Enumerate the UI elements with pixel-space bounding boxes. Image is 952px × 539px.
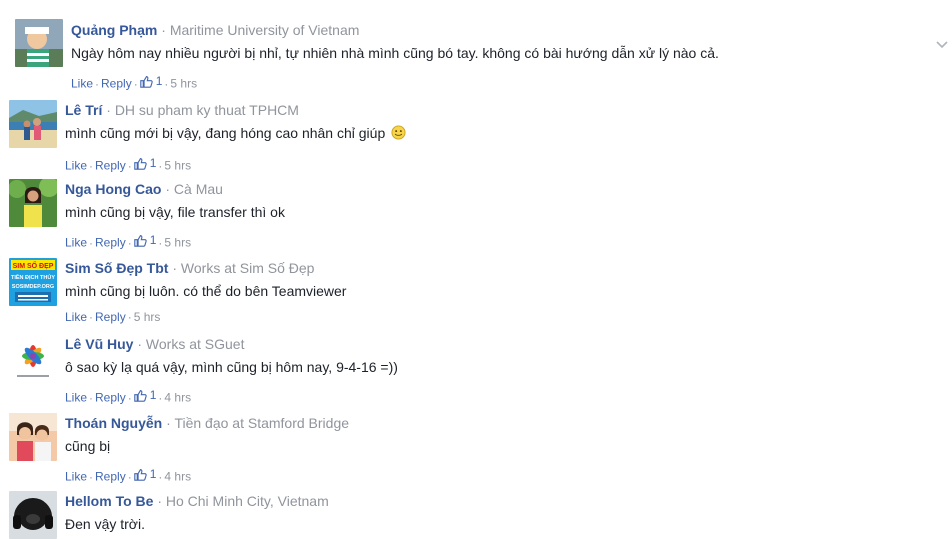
- separator: ·: [127, 469, 132, 484]
- reply-button[interactable]: Reply: [95, 470, 126, 484]
- timestamp[interactable]: 5 hrs: [134, 310, 161, 324]
- thumbs-up-icon: [133, 389, 147, 402]
- author-affiliation[interactable]: Tiền đạo at Stamford Bridge: [174, 415, 349, 431]
- thumbs-up-icon: [133, 157, 147, 170]
- author-name[interactable]: Nga Hong Cao: [65, 181, 161, 197]
- avatar[interactable]: [9, 413, 57, 461]
- like-button[interactable]: Like: [65, 470, 87, 484]
- comment-menu[interactable]: [936, 36, 948, 54]
- thumbs-up-icon: [139, 75, 153, 88]
- avatar[interactable]: [9, 335, 57, 383]
- separator: ·: [89, 235, 94, 250]
- comment-text: ô sao kỳ lạ quá vậy, mình cũng bị hôm na…: [65, 359, 398, 375]
- comment-actions: Like · Reply · 1 · 4 hrs: [65, 466, 349, 485]
- separator: ·: [95, 76, 100, 91]
- author-name[interactable]: Thoán Nguyễn: [65, 415, 162, 431]
- separator: ·: [166, 415, 171, 431]
- separator: ·: [157, 493, 162, 509]
- timestamp[interactable]: 5 hrs: [170, 77, 197, 91]
- timestamp[interactable]: 4 hrs: [164, 470, 191, 484]
- timestamp[interactable]: 5 hrs: [164, 159, 191, 173]
- avatar-logo-text: TIỀN ĐỊCH THỦY: [11, 274, 55, 281]
- like-button[interactable]: Like: [65, 391, 87, 405]
- comment-text-line: mình cũng mới bị vậy, đang hóng cao nhân…: [65, 124, 406, 144]
- like-button[interactable]: Like: [71, 77, 93, 91]
- thumbs-up-icon: [133, 468, 147, 481]
- author-name[interactable]: Sim Số Đẹp Tbt: [65, 260, 168, 276]
- comment-actions: Like · Reply · 1 · 5 hrs: [71, 73, 719, 92]
- timestamp[interactable]: 5 hrs: [164, 236, 191, 250]
- comment-text: Ngày hôm nay nhiều người bị nhỉ, tự nhiê…: [71, 45, 719, 61]
- separator: ·: [106, 102, 111, 118]
- separator: ·: [89, 310, 94, 324]
- reply-button[interactable]: Reply: [101, 77, 132, 91]
- reply-button[interactable]: Reply: [95, 236, 126, 250]
- comment-text: mình cũng mới bị vậy, đang hóng cao nhân…: [65, 125, 386, 141]
- author-affiliation[interactable]: Maritime University of Vietnam: [170, 22, 360, 38]
- comment-actions: Like · Reply · 1 · 4 hrs: [65, 387, 398, 406]
- separator: ·: [137, 336, 143, 352]
- like-button[interactable]: Like: [65, 310, 87, 324]
- smile-emoji-icon: [391, 125, 406, 144]
- like-count[interactable]: 1: [133, 232, 156, 248]
- like-count[interactable]: 1: [139, 73, 162, 89]
- author-affiliation[interactable]: Works at SGuet: [146, 336, 245, 352]
- timestamp[interactable]: 4 hrs: [164, 391, 191, 405]
- avatar[interactable]: [9, 179, 57, 227]
- reply-button[interactable]: Reply: [95, 391, 126, 405]
- like-button[interactable]: Like: [65, 159, 87, 173]
- separator: ·: [161, 22, 166, 38]
- separator: ·: [89, 158, 94, 173]
- comment-text: mình cũng bị luôn. có thể do bên Teamvie…: [65, 283, 347, 299]
- reply-button[interactable]: Reply: [95, 159, 126, 173]
- chevron-down-icon: [936, 41, 948, 49]
- separator: ·: [172, 260, 178, 276]
- comment-actions: Like · Reply · 5 hrs: [65, 309, 346, 325]
- author-name[interactable]: Hellom To Be: [65, 493, 153, 509]
- separator: ·: [127, 310, 132, 324]
- separator: ·: [165, 181, 171, 197]
- author-affiliation[interactable]: Works at Sim Số Đẹp: [181, 260, 315, 276]
- comment-text: mình cũng bị vậy, file transfer thì ok: [65, 204, 285, 220]
- comment-actions: Like · Reply · 1 · 5 hrs: [65, 232, 285, 251]
- comment-actions: Like · Reply · 1 · 5 hrs: [65, 155, 406, 174]
- like-count[interactable]: 1: [133, 387, 156, 403]
- avatar[interactable]: SIM SỐ ĐẸP TIỀN ĐỊCH THỦY SOSIMDEP.ORG: [9, 258, 57, 306]
- like-button[interactable]: Like: [65, 236, 87, 250]
- separator: ·: [127, 235, 132, 250]
- author-affiliation[interactable]: DH su pham ky thuat TPHCM: [115, 102, 299, 118]
- separator: ·: [89, 469, 94, 484]
- thumbs-up-icon: [133, 234, 147, 247]
- author-name[interactable]: Quảng Phạm: [71, 22, 157, 38]
- separator: ·: [89, 390, 94, 405]
- author-name[interactable]: Lê Vũ Huy: [65, 336, 133, 352]
- author-name[interactable]: Lê Trí: [65, 102, 102, 118]
- comment-text: Đen vậy trời.: [65, 516, 145, 532]
- avatar[interactable]: [15, 19, 63, 67]
- comment-text: cũng bị: [65, 438, 111, 454]
- separator: ·: [133, 76, 138, 91]
- author-affiliation[interactable]: Cà Mau: [174, 181, 223, 197]
- author-affiliation[interactable]: Ho Chi Minh City, Vietnam: [166, 493, 329, 509]
- separator: ·: [127, 390, 132, 405]
- avatar-logo-text: SOSIMDEP.ORG: [12, 284, 54, 290]
- avatar[interactable]: [9, 100, 57, 148]
- like-count[interactable]: 1: [133, 466, 156, 482]
- reply-button[interactable]: Reply: [95, 310, 126, 324]
- separator: ·: [127, 158, 132, 173]
- like-count[interactable]: 1: [133, 155, 156, 171]
